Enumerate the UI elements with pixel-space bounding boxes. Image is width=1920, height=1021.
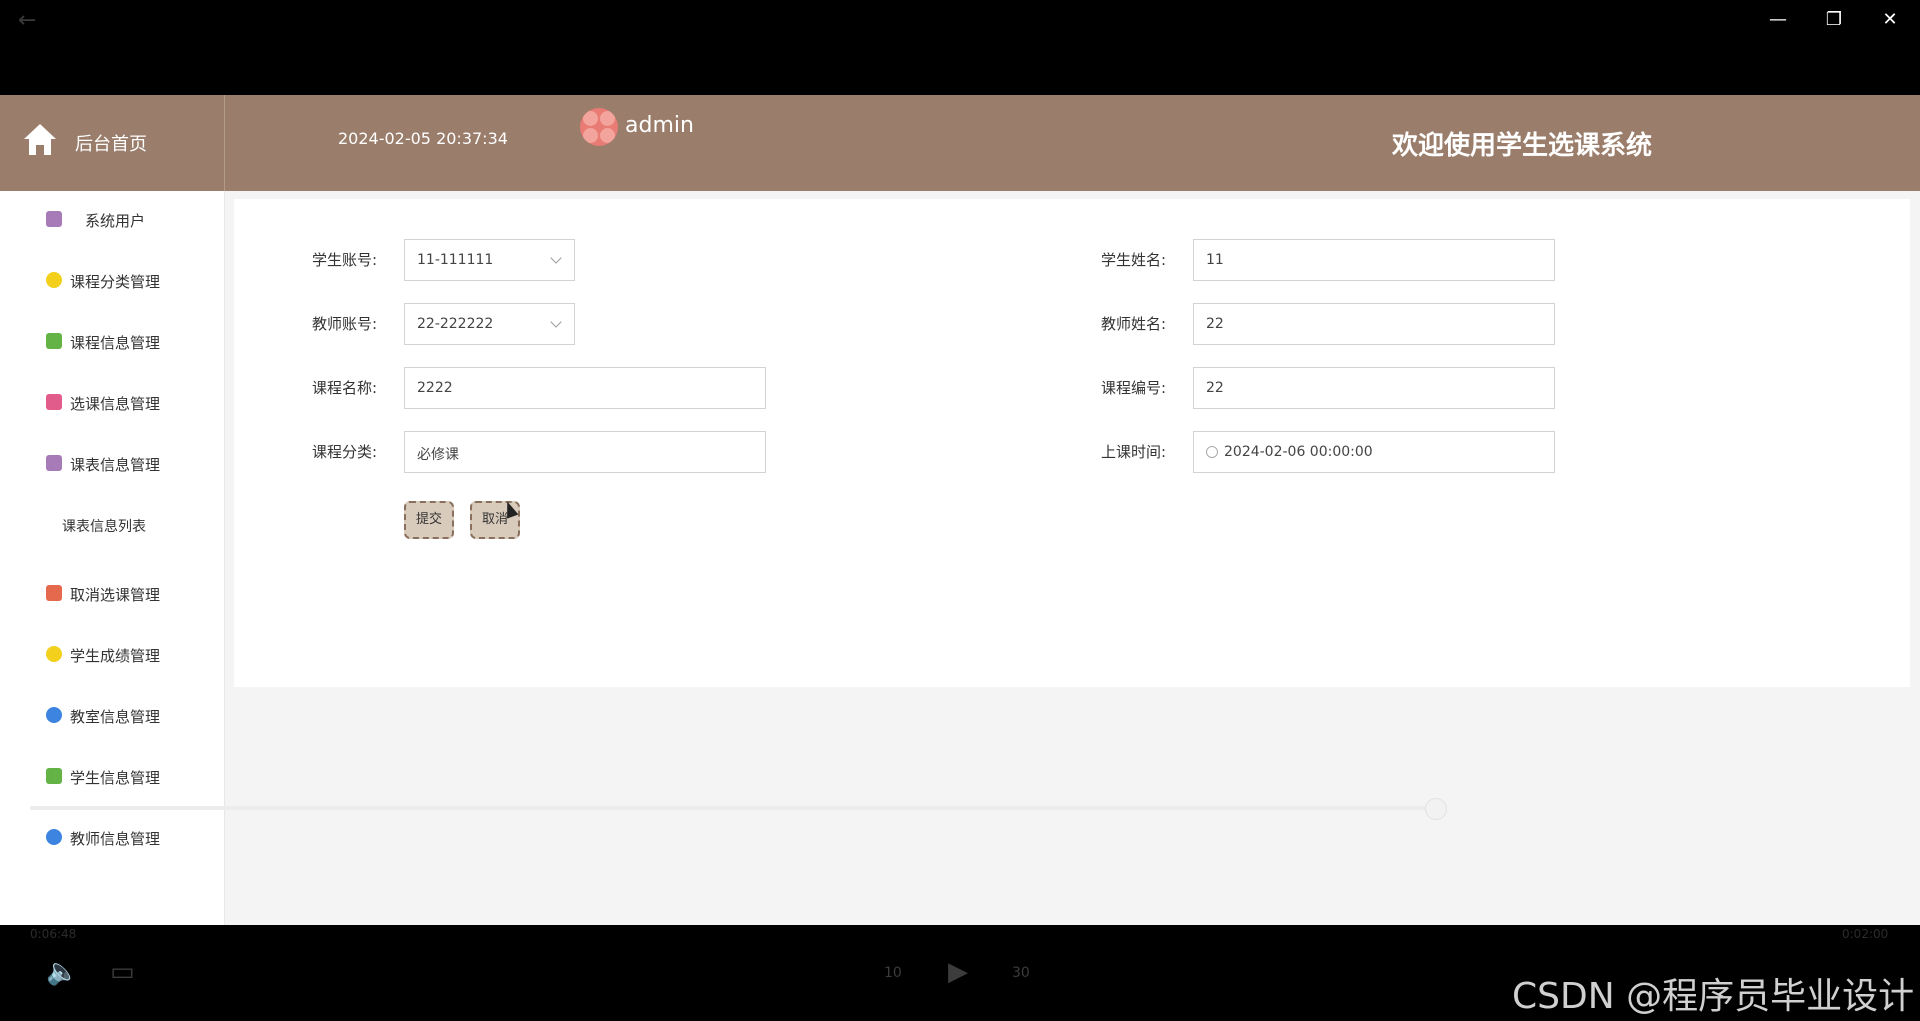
- sidebar-item-label: 教室信息管理: [70, 708, 161, 726]
- archive-icon: [46, 455, 62, 471]
- window-titlebar: ← — ❐ ✕: [0, 0, 1920, 95]
- class-time-picker[interactable]: 2024-02-06 00:00:00: [1193, 431, 1555, 473]
- course-name-label: 课程名称:: [312, 379, 378, 397]
- minimize-button[interactable]: —: [1758, 6, 1798, 34]
- video-progress-bar[interactable]: [30, 806, 1438, 810]
- elapsed-time: 0:06:48: [30, 927, 77, 941]
- home-link[interactable]: 后台首页: [0, 95, 225, 191]
- play-icon[interactable]: ▶: [948, 957, 968, 987]
- duration-time: 0:02:00: [1842, 927, 1889, 941]
- current-datetime: 2024-02-05 20:37:34: [338, 129, 508, 148]
- sidebar-item-cancel-selection[interactable]: 取消选课管理: [0, 576, 225, 612]
- sidebar-item-label: 系统用户: [85, 212, 146, 230]
- sidebar-item-label: 课程分类管理: [70, 273, 161, 291]
- sidebar-item-course-category[interactable]: 课程分类管理: [0, 263, 225, 299]
- student-account-select[interactable]: 11-111111: [404, 239, 575, 281]
- watermark: CSDN @程序员毕业设计: [1512, 976, 1915, 1017]
- sidebar-item-label: 教师信息管理: [70, 830, 161, 848]
- sidebar-item-teacher-info[interactable]: 教师信息管理: [0, 820, 225, 856]
- subtitles-icon[interactable]: ▭: [110, 957, 135, 987]
- restore-button[interactable]: ❐: [1814, 6, 1854, 34]
- top-header: 后台首页 2024-02-05 20:37:34 admin 欢迎使用学生选课系…: [0, 95, 1920, 191]
- grid-icon: [46, 585, 62, 601]
- volume-icon[interactable]: 🔈: [46, 957, 78, 987]
- star-icon: [46, 829, 62, 845]
- teacher-account-label: 教师账号:: [312, 315, 378, 333]
- submit-button[interactable]: 提交: [404, 501, 454, 539]
- chat-icon: [46, 333, 62, 349]
- sidebar-item-label: 选课信息管理: [70, 395, 161, 413]
- sidebar-item-timetable[interactable]: 课表信息管理: [0, 446, 225, 482]
- video-controls: 0:06:48 0:02:00 🔈 ▭ 10 ▶ 30 CSDN @程序员毕业设…: [0, 925, 1920, 1021]
- sidebar-item-grades[interactable]: 学生成绩管理: [0, 637, 225, 673]
- course-name-field[interactable]: 2222: [404, 367, 766, 409]
- sidebar-subitem-timetable-list[interactable]: 课表信息列表: [62, 516, 146, 536]
- sidebar-item-student-info[interactable]: 学生信息管理: [0, 759, 225, 795]
- sidebar: 系统用户 课程分类管理 课程信息管理 选课信息管理 课表信息管理 课表信息列表 …: [0, 191, 225, 925]
- rewind-button[interactable]: 10: [884, 965, 902, 981]
- app-content: 后台首页 2024-02-05 20:37:34 admin 欢迎使用学生选课系…: [0, 95, 1920, 925]
- class-time-label: 上课时间:: [1101, 443, 1167, 461]
- student-name-label: 学生姓名:: [1101, 251, 1167, 269]
- close-button[interactable]: ✕: [1870, 6, 1910, 34]
- sidebar-item-label: 课程信息管理: [70, 334, 161, 352]
- video-progress-knob[interactable]: [1425, 798, 1447, 820]
- sidebar-item-label: 学生信息管理: [70, 769, 161, 787]
- course-code-field[interactable]: 22: [1193, 367, 1555, 409]
- teacher-name-label: 教师姓名:: [1101, 315, 1167, 333]
- sidebar-item-system-users[interactable]: 系统用户: [0, 202, 225, 238]
- chat-icon: [46, 768, 62, 784]
- sidebar-item-label: 学生成绩管理: [70, 647, 161, 665]
- course-category-label: 课程分类:: [312, 443, 378, 461]
- sidebar-item-classroom[interactable]: 教室信息管理: [0, 698, 225, 734]
- welcome-title: 欢迎使用学生选课系统: [1392, 131, 1653, 161]
- teacher-account-select[interactable]: 22-222222: [404, 303, 575, 345]
- archive-icon: [46, 211, 62, 227]
- star-icon: [46, 707, 62, 723]
- course-code-label: 课程编号:: [1101, 379, 1167, 397]
- teacher-name-field[interactable]: 22: [1193, 303, 1555, 345]
- badge-icon: [46, 394, 62, 410]
- username[interactable]: admin: [625, 113, 694, 138]
- clock-icon: [1206, 446, 1218, 458]
- hexagon-icon: [46, 272, 62, 288]
- sidebar-item-selection-info[interactable]: 选课信息管理: [0, 385, 225, 421]
- avatar[interactable]: [580, 108, 618, 146]
- sidebar-item-label: 取消选课管理: [70, 586, 161, 604]
- home-icon: [24, 124, 56, 155]
- home-label: 后台首页: [75, 134, 147, 155]
- course-category-field[interactable]: 必修课: [404, 431, 766, 473]
- student-name-field[interactable]: 11: [1193, 239, 1555, 281]
- sidebar-item-label: 课表信息管理: [70, 456, 161, 474]
- sidebar-item-course-info[interactable]: 课程信息管理: [0, 324, 225, 360]
- hexagon-icon: [46, 646, 62, 662]
- student-account-label: 学生账号:: [312, 251, 378, 269]
- forward-button[interactable]: 30: [1012, 965, 1030, 981]
- back-arrow-icon[interactable]: ←: [18, 8, 36, 33]
